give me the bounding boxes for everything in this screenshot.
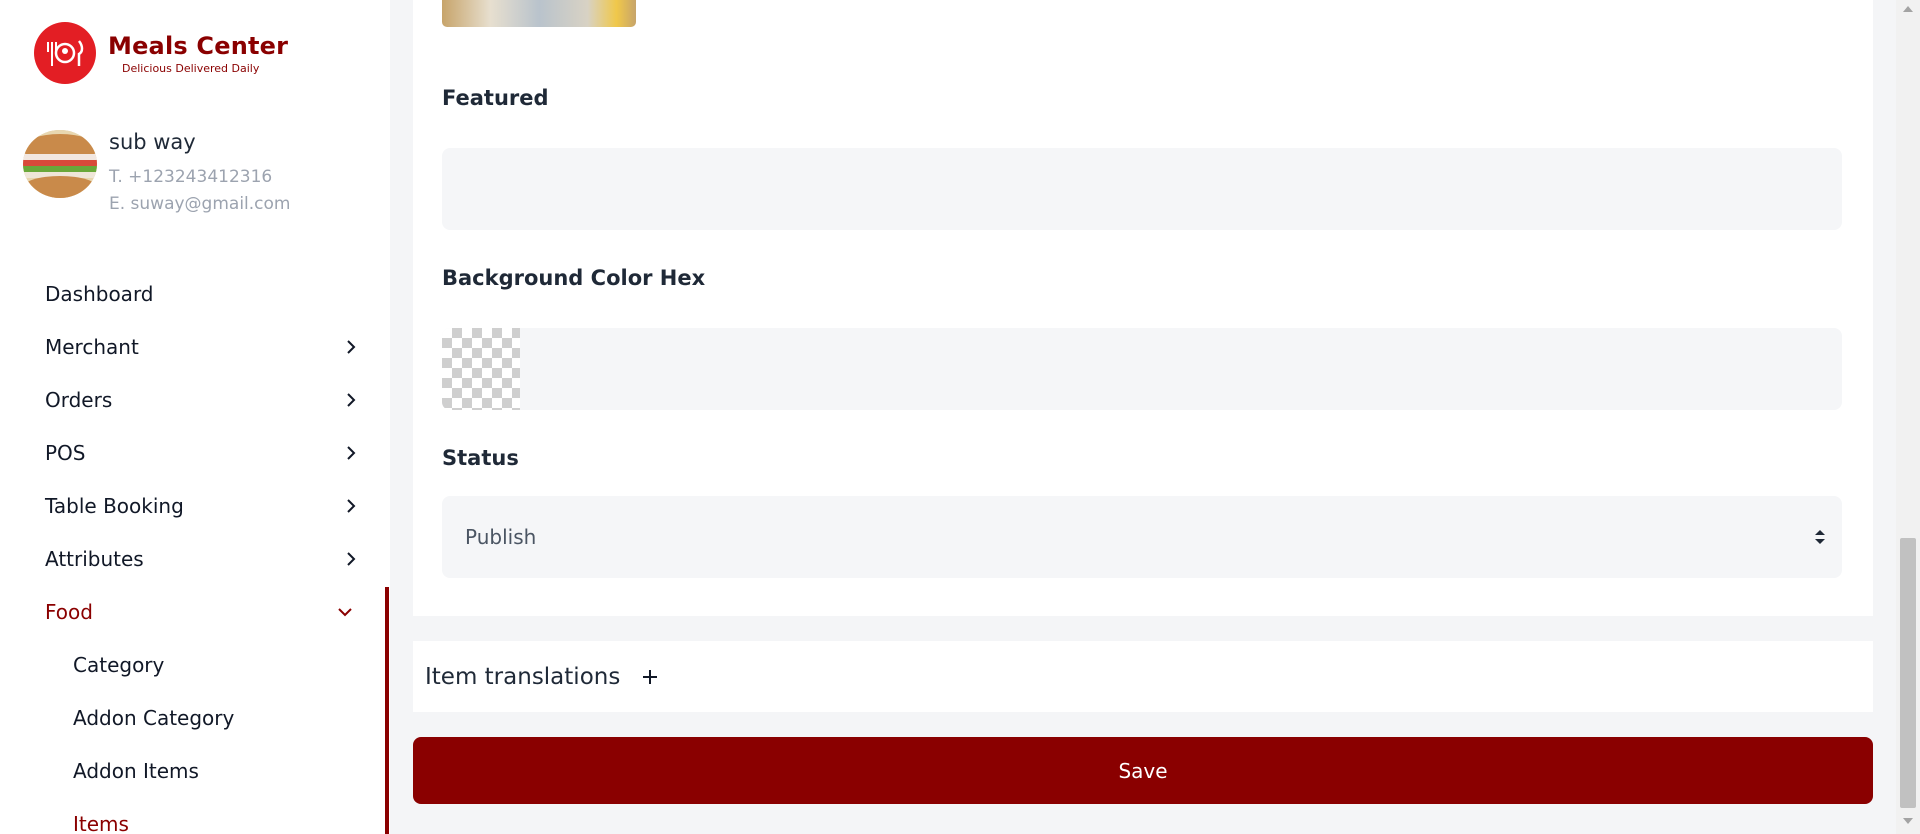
chevron-right-icon <box>343 339 359 355</box>
item-translations-label: Item translations <box>425 663 621 690</box>
chevron-right-icon <box>343 392 359 408</box>
merchant-email: E. suway@gmail.com <box>109 194 291 214</box>
chevron-right-icon <box>343 551 359 567</box>
sidebar-item-attributes[interactable]: Attributes <box>0 532 385 585</box>
sidebar-subitem-addon-category[interactable]: Addon Category <box>0 691 385 744</box>
sidebar: Meals Center Delicious Delivered Daily s… <box>0 0 390 834</box>
sidebar-nav: Dashboard Merchant Orders POS Table Book… <box>0 267 385 834</box>
status-select[interactable]: Publish <box>442 496 1842 578</box>
sidebar-item-label: Addon Items <box>73 758 199 783</box>
brand-name: Meals Center <box>108 31 289 60</box>
sidebar-item-label: Category <box>73 652 165 677</box>
sidebar-item-label: Merchant <box>45 334 139 359</box>
sidebar-item-pos[interactable]: POS <box>0 426 385 479</box>
item-image-thumbnail[interactable] <box>442 0 636 27</box>
sidebar-item-label: Items <box>73 811 129 834</box>
sidebar-item-label: POS <box>45 440 86 465</box>
status-label: Status <box>442 446 519 470</box>
bg-color-label: Background Color Hex <box>442 266 706 290</box>
sidebar-item-label: Addon Category <box>73 705 235 730</box>
sidebar-item-label: Food <box>45 599 93 624</box>
bg-color-input[interactable] <box>442 328 1842 410</box>
scroll-up-icon[interactable] <box>1903 6 1913 12</box>
chevron-down-icon <box>337 604 353 620</box>
brand-logo[interactable]: Meals Center Delicious Delivered Daily <box>34 22 288 84</box>
featured-label: Featured <box>442 86 549 110</box>
scroll-thumb[interactable] <box>1900 538 1916 808</box>
select-arrows-icon <box>1814 528 1826 546</box>
sidebar-item-table-booking[interactable]: Table Booking <box>0 479 385 532</box>
sidebar-subitem-category[interactable]: Category <box>0 638 385 691</box>
page-scrollbar[interactable] <box>1896 0 1920 834</box>
item-translations-section[interactable]: Item translations <box>413 641 1873 712</box>
sidebar-item-food[interactable]: Food <box>0 585 385 638</box>
sidebar-subitem-addon-items[interactable]: Addon Items <box>0 744 385 797</box>
sidebar-item-label: Dashboard <box>45 281 154 306</box>
merchant-profile: sub way T. +123243412316 E. suway@gmail.… <box>23 130 291 218</box>
status-selected-value: Publish <box>465 525 537 549</box>
chevron-right-icon <box>343 445 359 461</box>
merchant-phone: T. +123243412316 <box>109 167 273 187</box>
sidebar-item-label: Attributes <box>45 546 144 571</box>
save-button[interactable]: Save <box>413 737 1873 804</box>
chevron-right-icon <box>343 498 359 514</box>
color-swatch[interactable] <box>442 328 520 410</box>
sidebar-item-label: Orders <box>45 387 113 412</box>
logo-icon <box>34 22 96 84</box>
sidebar-item-label: Table Booking <box>45 493 184 518</box>
sidebar-subitem-items[interactable]: Items <box>0 797 385 834</box>
scroll-down-icon[interactable] <box>1903 818 1913 824</box>
sidebar-active-indicator <box>385 587 389 834</box>
avatar <box>23 130 97 198</box>
sidebar-item-merchant[interactable]: Merchant <box>0 320 385 373</box>
sidebar-item-orders[interactable]: Orders <box>0 373 385 426</box>
featured-field[interactable] <box>442 148 1842 230</box>
plus-icon[interactable] <box>642 664 658 690</box>
merchant-name: sub way <box>109 130 196 154</box>
sidebar-item-dashboard[interactable]: Dashboard <box>0 267 385 320</box>
brand-tagline: Delicious Delivered Daily <box>122 61 260 75</box>
